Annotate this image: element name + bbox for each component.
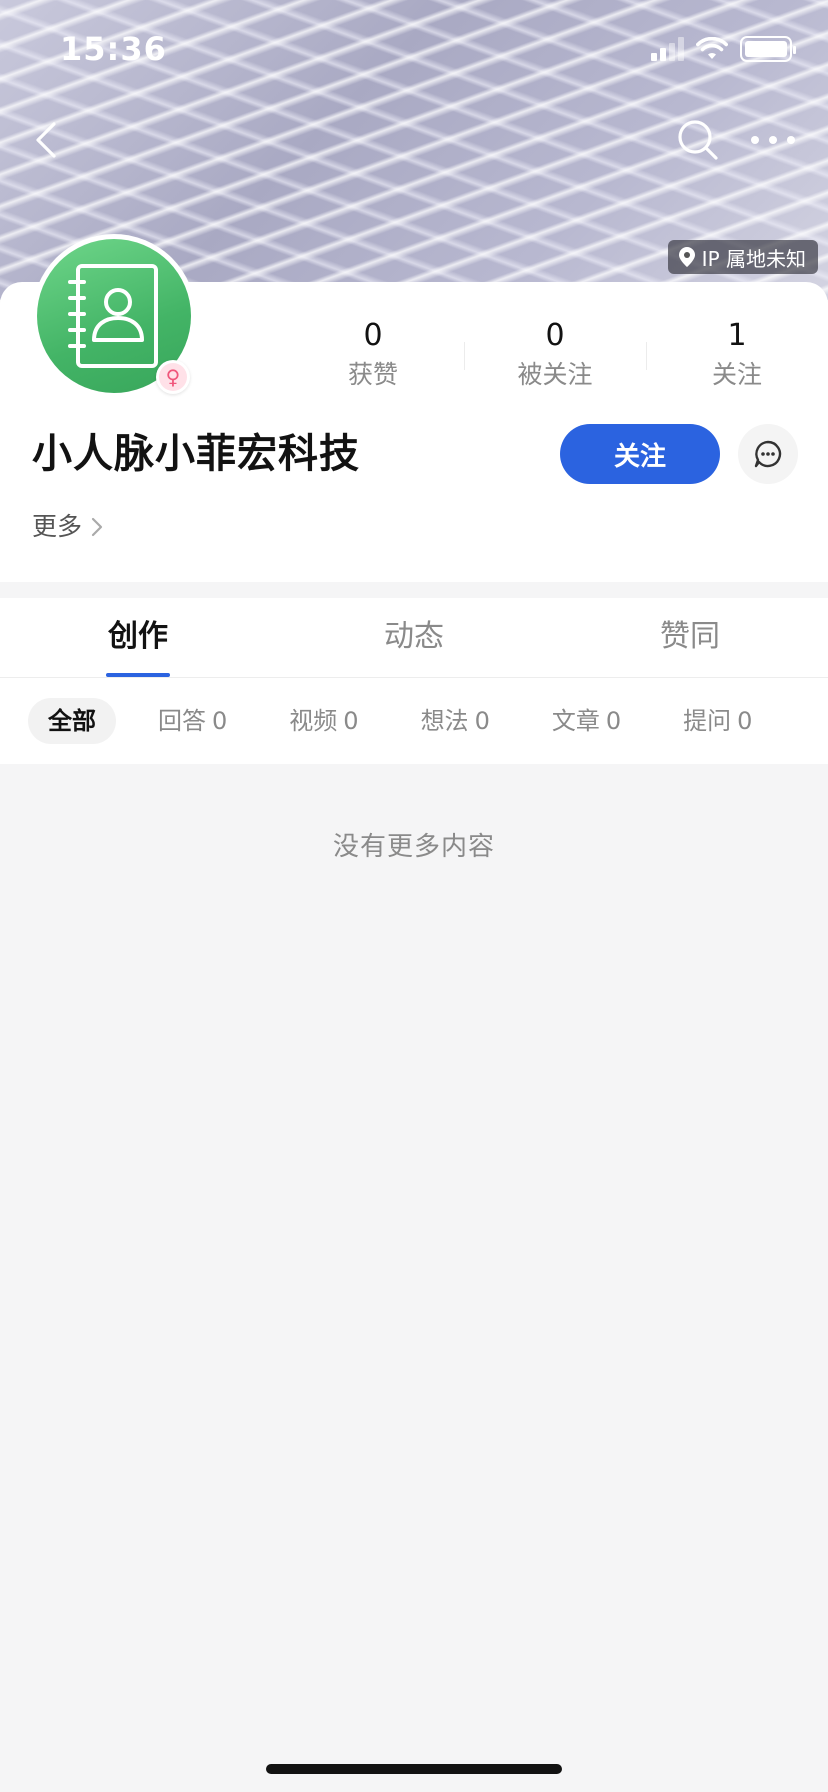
stat-likes[interactable]: 0 获赞 bbox=[282, 316, 464, 396]
filter-count: 0 bbox=[212, 707, 228, 735]
tab-creations[interactable]: 创作 bbox=[0, 598, 276, 677]
female-gender-badge: ♀ bbox=[156, 360, 190, 394]
home-indicator[interactable] bbox=[266, 1764, 562, 1774]
message-button[interactable] bbox=[738, 424, 798, 484]
tab-activity[interactable]: 动态 bbox=[276, 598, 552, 677]
contact-book-icon bbox=[68, 264, 158, 368]
back-arrow-icon[interactable] bbox=[28, 118, 68, 162]
status-icons bbox=[651, 36, 796, 62]
stat-following[interactable]: 1 关注 bbox=[646, 316, 828, 396]
filter-label: 想法 bbox=[420, 707, 469, 735]
tab-upvoted[interactable]: 赞同 bbox=[552, 598, 828, 677]
filter-questions[interactable]: 提问 0 bbox=[663, 698, 772, 744]
filter-videos[interactable]: 视频 0 bbox=[269, 698, 378, 744]
ip-location-badge: IP 属地未知 bbox=[667, 240, 818, 274]
more-options-icon[interactable] bbox=[748, 126, 798, 154]
status-bar: 15:36 bbox=[0, 0, 828, 100]
filter-label: 文章 bbox=[551, 707, 600, 735]
empty-state-text: 没有更多内容 bbox=[332, 832, 495, 862]
profile-stats: 0 获赞 0 被关注 1 关注 bbox=[282, 316, 828, 396]
profile-name: 小人脉小菲宏科技 bbox=[32, 431, 360, 477]
cellular-signal-icon bbox=[651, 37, 684, 61]
filter-articles[interactable]: 文章 0 bbox=[532, 698, 641, 744]
filter-label: 视频 bbox=[289, 707, 338, 735]
battery-icon bbox=[740, 36, 796, 62]
stat-label: 获赞 bbox=[347, 360, 398, 389]
filter-count: 0 bbox=[474, 707, 490, 735]
filter-label: 全部 bbox=[48, 707, 96, 735]
female-icon: ♀ bbox=[159, 363, 187, 391]
location-pin-icon bbox=[678, 247, 695, 267]
stat-value: 0 bbox=[363, 318, 383, 353]
chat-bubble-icon bbox=[754, 440, 782, 468]
search-icon[interactable] bbox=[674, 116, 722, 164]
chevron-right-icon bbox=[91, 517, 103, 537]
stat-value: 1 bbox=[727, 318, 747, 353]
stat-followers[interactable]: 0 被关注 bbox=[464, 316, 646, 396]
more-info-label: 更多 bbox=[32, 512, 83, 541]
filter-thoughts[interactable]: 想法 0 bbox=[401, 698, 510, 744]
filter-count: 0 bbox=[343, 707, 359, 735]
filter-all[interactable]: 全部 bbox=[28, 698, 116, 744]
wifi-icon bbox=[696, 37, 728, 59]
filter-label: 提问 bbox=[683, 707, 732, 735]
status-time: 15:36 bbox=[60, 30, 167, 68]
filter-answers[interactable]: 回答 0 bbox=[138, 698, 247, 744]
more-info-link[interactable]: 更多 bbox=[32, 510, 104, 544]
stat-label: 关注 bbox=[711, 360, 762, 389]
filter-count: 0 bbox=[605, 707, 622, 735]
follow-button[interactable]: 关注 bbox=[560, 424, 720, 484]
content-filter-bar: 全部 回答 0 视频 0 想法 0 文章 0 提问 0 bbox=[0, 678, 828, 764]
filter-label: 回答 bbox=[158, 707, 206, 735]
filter-count: 0 bbox=[737, 707, 753, 735]
stat-value: 0 bbox=[545, 318, 565, 353]
stat-label: 被关注 bbox=[517, 360, 593, 389]
ip-location-text: IP 属地未知 bbox=[701, 246, 806, 271]
profile-tabs: 创作 动态 赞同 bbox=[0, 598, 828, 678]
